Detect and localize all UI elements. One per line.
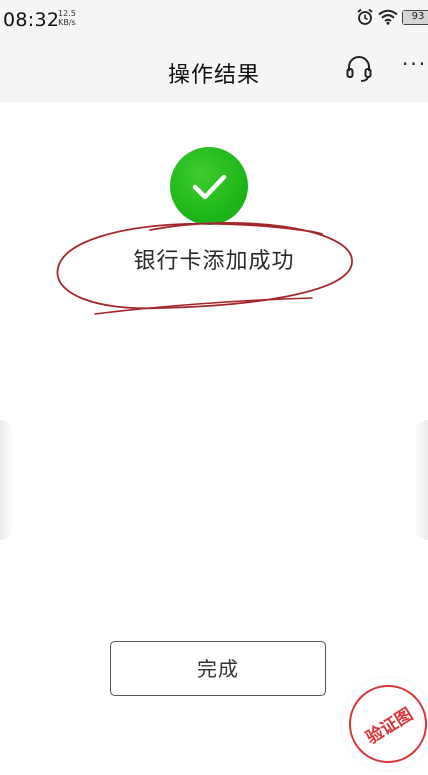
status-time: 08:32 bbox=[3, 9, 60, 31]
edge-shadow-left bbox=[0, 420, 14, 540]
wifi-icon bbox=[378, 9, 398, 25]
done-button[interactable]: 完成 bbox=[110, 641, 326, 696]
network-speed-unit: KB/s bbox=[58, 18, 76, 27]
status-icons: 93 bbox=[356, 6, 428, 28]
battery-icon: 93 bbox=[402, 9, 428, 25]
edge-shadow-right bbox=[414, 420, 428, 540]
hand-drawn-circle-annotation bbox=[56, 222, 353, 315]
network-speed: 12.5 KB/s bbox=[58, 9, 76, 27]
alarm-icon bbox=[357, 8, 373, 25]
status-bar: 08:32 12.5 KB/s 93 bbox=[0, 0, 428, 38]
verification-stamp: 验证图 bbox=[342, 678, 428, 770]
more-icon[interactable]: ··· bbox=[402, 52, 428, 82]
headset-icon[interactable] bbox=[344, 54, 374, 84]
network-speed-value: 12.5 bbox=[58, 9, 76, 18]
nav-bar: 操作结果 ··· bbox=[0, 38, 428, 102]
screen: 08:32 12.5 KB/s 93 操作结果 ··· 银行卡添加成功 完成 验… bbox=[0, 0, 428, 775]
battery-level: 93 bbox=[411, 10, 425, 22]
stamp-text: 验证图 bbox=[362, 704, 417, 749]
